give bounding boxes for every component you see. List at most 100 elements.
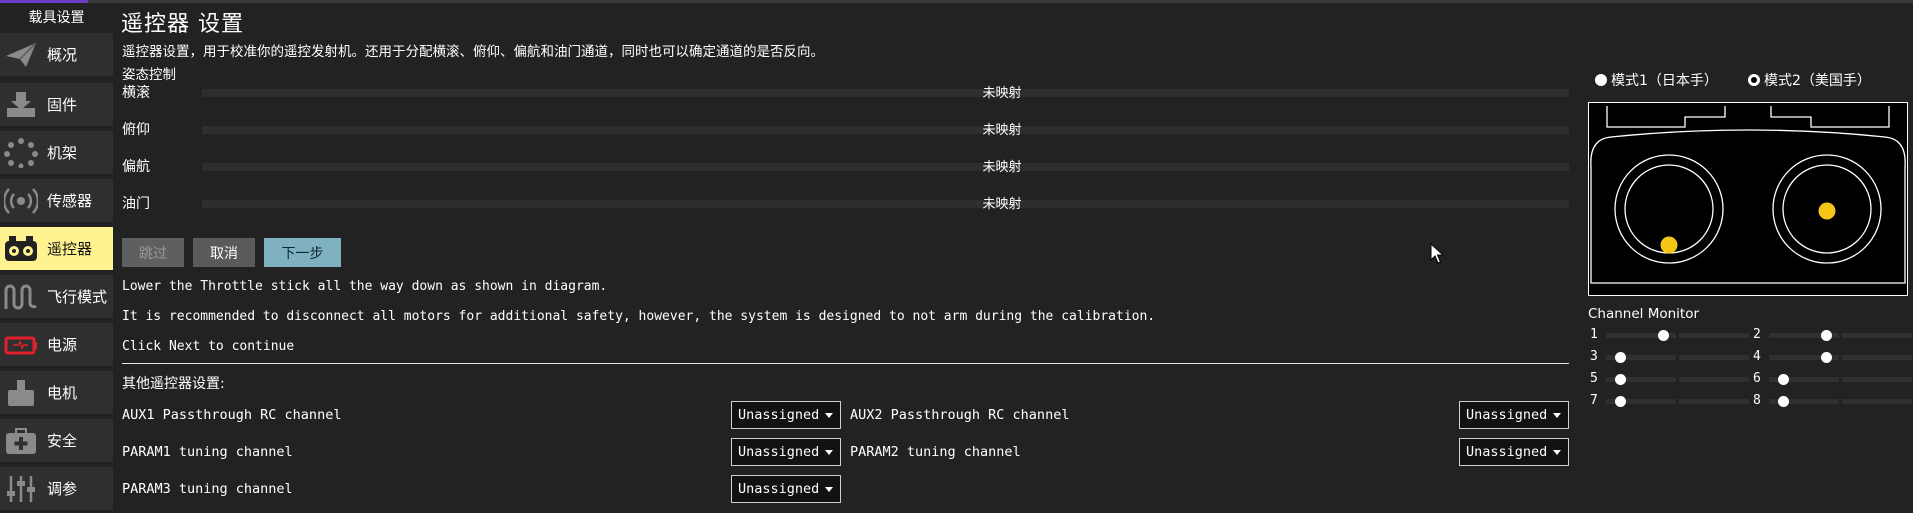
channel-number: 1 <box>1590 327 1598 342</box>
sidebar-item-sensors[interactable]: 传感器 <box>0 179 113 222</box>
aux1-label: AUX1 Passthrough RC channel <box>122 407 342 423</box>
sidebar-item-motors[interactable]: 电机 <box>0 371 113 414</box>
axis-track <box>202 89 1569 97</box>
rc-transmitter-icon <box>3 232 39 266</box>
sidebar-item-label: 固件 <box>47 96 78 114</box>
param1-label: PARAM1 tuning channel <box>122 444 293 460</box>
radio-dot <box>1595 74 1607 86</box>
chevron-down-icon <box>825 449 833 455</box>
sidebar-item-airframe[interactable]: 机架 <box>0 131 113 174</box>
sidebar-title: 载具设置 <box>28 10 85 26</box>
axis-track <box>202 163 1569 171</box>
channel-number: 7 <box>1590 393 1598 408</box>
param3-channel-select[interactable]: Unassigned <box>731 475 841 503</box>
channel-number: 5 <box>1590 371 1598 386</box>
channel-number: 2 <box>1753 327 1761 342</box>
axis-name: 油门 <box>122 196 150 212</box>
chevron-down-icon <box>1553 412 1561 418</box>
channel-7: 7 <box>1590 394 1750 408</box>
axis-row-pitch: 俯仰 未映射 <box>122 119 1569 139</box>
channel-track-gap <box>1676 376 1679 383</box>
select-value: Unassigned <box>738 407 820 423</box>
aux2-channel-select[interactable]: Unassigned <box>1459 401 1569 429</box>
channel-number: 6 <box>1753 371 1761 386</box>
channel-number: 8 <box>1753 393 1761 408</box>
sidebar-item-label: 遥控器 <box>47 240 93 258</box>
download-icon <box>3 88 39 122</box>
instruction-line: Lower the Throttle stick all the way dow… <box>122 279 608 294</box>
param3-label: PARAM3 tuning channel <box>122 481 293 497</box>
select-value: Unassigned <box>1466 444 1548 460</box>
battery-icon <box>3 328 39 362</box>
sidebar-item-power[interactable]: 电源 <box>0 323 113 366</box>
axis-track <box>202 200 1569 208</box>
sidebar-item-flight-modes[interactable]: 飞行模式 <box>0 275 113 318</box>
sidebar-item-label: 传感器 <box>47 192 93 210</box>
channel-value-knob <box>1821 330 1833 341</box>
sidebar-item-safety[interactable]: 安全 <box>0 419 113 462</box>
select-value: Unassigned <box>738 444 820 460</box>
left-stick-position <box>1660 236 1678 254</box>
sidebar-item-label: 调参 <box>47 480 78 498</box>
channel-track-gap <box>1676 398 1679 405</box>
top-bar <box>0 0 1913 3</box>
channel-value-knob <box>1821 352 1833 363</box>
channel-track-gap <box>1839 398 1842 405</box>
param2-label: PARAM2 tuning channel <box>850 444 1021 460</box>
attitude-control-label: 姿态控制 <box>122 67 176 83</box>
channel-value-knob <box>1615 396 1627 407</box>
sidebar-item-label: 电源 <box>47 336 78 354</box>
axis-status: 未映射 <box>982 160 1022 175</box>
radio-dot <box>1748 74 1760 86</box>
channel-4: 4 <box>1753 350 1913 364</box>
motor-icon <box>3 376 39 410</box>
sidebar-item-label: 电机 <box>47 384 78 402</box>
mode1-radio[interactable]: 模式1（日本手） <box>1595 70 1718 90</box>
select-value: Unassigned <box>738 481 820 497</box>
sidebar-item-firmware[interactable]: 固件 <box>0 83 113 126</box>
axis-name: 俯仰 <box>122 122 150 138</box>
sidebar: 载具设置 概况 固件 机架 传感器 遥控器 飞行模式 电源 电机 安全 调参 <box>0 3 113 513</box>
sidebar-item-label: 安全 <box>47 432 78 450</box>
channel-number: 3 <box>1590 349 1598 364</box>
sliders-icon <box>3 472 39 506</box>
aux2-label: AUX2 Passthrough RC channel <box>850 407 1070 423</box>
channel-track-gap <box>1839 354 1842 361</box>
channel-1: 1 <box>1590 328 1750 342</box>
channel-value-knob <box>1615 352 1627 363</box>
channel-track-gap <box>1839 376 1842 383</box>
axis-status: 未映射 <box>982 123 1022 138</box>
radio-waves-icon <box>3 184 39 218</box>
cancel-button[interactable]: 取消 <box>193 238 255 267</box>
channel-value-knob <box>1778 396 1790 407</box>
skip-button[interactable]: 跳过 <box>122 238 184 267</box>
axis-row-throttle: 油门 未映射 <box>122 193 1569 213</box>
aux1-channel-select[interactable]: Unassigned <box>731 401 841 429</box>
paper-plane-icon <box>3 38 39 72</box>
page-title: 遥控器 设置 <box>121 12 244 37</box>
sidebar-item-tuning[interactable]: 调参 <box>0 467 113 510</box>
next-button[interactable]: 下一步 <box>264 238 341 267</box>
airframe-icon <box>3 136 39 170</box>
param2-channel-select[interactable]: Unassigned <box>1459 438 1569 466</box>
right-stick-position <box>1818 202 1836 220</box>
channel-6: 6 <box>1753 372 1913 386</box>
channel-track-gap <box>1676 354 1679 361</box>
sidebar-item-radio[interactable]: 遥控器 <box>0 227 113 270</box>
mode2-radio[interactable]: 模式2（美国手） <box>1748 70 1871 90</box>
channel-8: 8 <box>1753 394 1913 408</box>
channel-value-knob <box>1615 374 1627 385</box>
sidebar-item-summary[interactable]: 概况 <box>0 33 113 76</box>
axis-track <box>202 126 1569 134</box>
wave-icon <box>3 280 39 314</box>
axis-status: 未映射 <box>982 197 1022 212</box>
axis-status: 未映射 <box>982 86 1022 101</box>
chevron-down-icon <box>825 412 833 418</box>
channel-2: 2 <box>1753 328 1913 342</box>
mode2-label: 模式2（美国手） <box>1764 73 1871 89</box>
first-aid-icon <box>3 424 39 458</box>
param1-channel-select[interactable]: Unassigned <box>731 438 841 466</box>
other-settings-title: 其他遥控器设置: <box>122 376 225 392</box>
mode1-label: 模式1（日本手） <box>1611 73 1718 89</box>
sidebar-item-label: 概况 <box>47 46 78 64</box>
